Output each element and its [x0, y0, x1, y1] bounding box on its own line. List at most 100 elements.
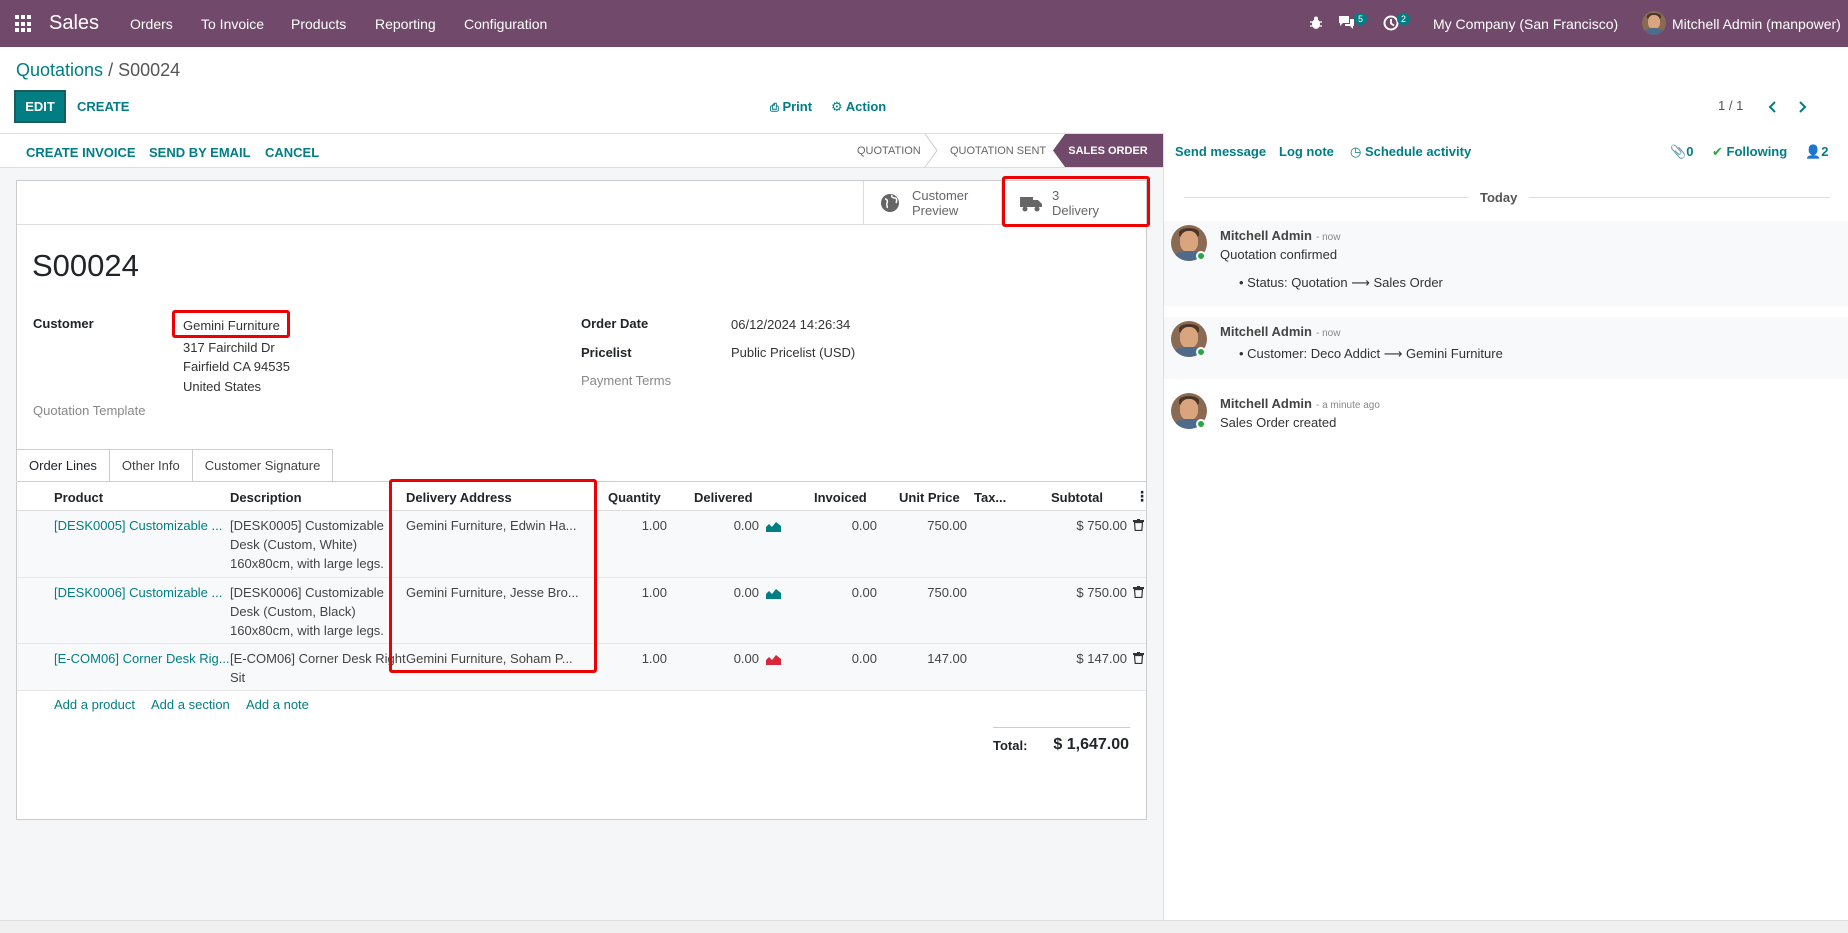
payment-terms-label: Payment Terms	[581, 373, 672, 388]
menu-products[interactable]: Products	[291, 16, 346, 32]
breadcrumb-current: S00024	[118, 60, 181, 80]
stage-quotation-sent[interactable]: QUOTATION SENT	[950, 134, 1046, 167]
col-unit-price[interactable]: Unit Price	[899, 490, 960, 505]
apps-menu-icon[interactable]	[15, 15, 33, 33]
customer-label: Customer	[33, 316, 94, 331]
column-options-icon[interactable]: ⋮	[1135, 488, 1149, 505]
tracking-change: • Customer: Deco Addict ⟶ Gemini Furnitu…	[1239, 346, 1503, 361]
menu-orders[interactable]: Orders	[130, 16, 173, 32]
print-button[interactable]: ⎙ Print	[770, 99, 812, 115]
pager-value[interactable]: 1 / 1	[1718, 98, 1743, 113]
action-button[interactable]: ⚙ Action	[831, 99, 886, 115]
row-quantity: 1.00	[641, 518, 667, 533]
messages-button[interactable]: 5	[1338, 13, 1368, 35]
add-product-link[interactable]: Add a product	[54, 697, 135, 712]
user-icon: 👤	[1805, 144, 1822, 159]
paperclip-icon: 📎	[1670, 144, 1687, 159]
forecast-chart-icon[interactable]	[766, 520, 781, 532]
order-date-label: Order Date	[581, 316, 649, 331]
create-invoice-button[interactable]: CREATE INVOICE	[26, 145, 136, 160]
chevron-right-icon[interactable]	[1797, 100, 1807, 114]
menu-to-invoice[interactable]: To Invoice	[201, 16, 264, 32]
customer-address-street: 317 Fairchild Dr	[183, 340, 275, 355]
schedule-activity-button[interactable]: ◷ Schedule activity	[1350, 144, 1471, 160]
breadcrumb: Quotations / S00024	[16, 60, 180, 81]
customer-address-city: Fairfield CA 94535	[183, 359, 290, 374]
col-invoiced[interactable]: Invoiced	[814, 490, 867, 505]
row-delivered: 0.00	[733, 585, 759, 600]
message-author[interactable]: Mitchell Admin - now	[1220, 228, 1340, 243]
row-product[interactable]: [DESK0005] Customizable ...	[54, 516, 222, 535]
check-icon: ✔	[1712, 144, 1723, 159]
add-note-link[interactable]: Add a note	[246, 697, 309, 712]
trash-icon[interactable]	[1133, 586, 1144, 598]
menu-configuration[interactable]: Configuration	[464, 16, 547, 32]
send-message-button[interactable]: Send message	[1175, 144, 1266, 159]
chatter-message: Mitchell Admin - now • Customer: Deco Add…	[1164, 317, 1848, 379]
user-avatar[interactable]	[1642, 11, 1666, 35]
globe-icon	[881, 194, 899, 212]
trash-icon[interactable]	[1133, 652, 1144, 664]
row-description: [DESK0005] Customizable Desk (Custom, Whi…	[230, 518, 384, 571]
col-quantity[interactable]: Quantity	[608, 490, 661, 505]
horizontal-scrollbar[interactable]	[0, 920, 1848, 933]
row-description: [DESK0006] Customizable Desk (Custom, Bla…	[230, 585, 384, 638]
date-separator: Today	[1468, 190, 1530, 205]
activities-button[interactable]: 2	[1383, 13, 1413, 35]
online-status-icon	[1196, 419, 1206, 429]
send-by-email-button[interactable]: SEND BY EMAIL	[149, 145, 251, 160]
add-section-link[interactable]: Add a section	[151, 697, 230, 712]
top-navbar: Sales Orders To Invoice Products Reporti…	[0, 0, 1848, 47]
menu-reporting[interactable]: Reporting	[375, 16, 436, 32]
cancel-button[interactable]: CANCEL	[265, 145, 319, 160]
customer-preview-button[interactable]: Customer Preview	[863, 181, 1001, 225]
col-product[interactable]: Product	[54, 490, 103, 505]
col-delivered[interactable]: Delivered	[694, 490, 753, 505]
app-name[interactable]: Sales	[49, 12, 99, 35]
total-amount: $ 1,647.00	[1053, 736, 1129, 753]
tab-other-info[interactable]: Other Info	[108, 449, 193, 482]
user-menu[interactable]: Mitchell Admin (manpower)	[1672, 16, 1841, 32]
stage-quotation[interactable]: QUOTATION	[857, 134, 921, 167]
col-subtotal[interactable]: Subtotal	[1051, 490, 1103, 505]
message-body: Quotation confirmed	[1220, 247, 1338, 262]
log-note-button[interactable]: Log note	[1279, 144, 1334, 159]
order-date-value: 06/12/2024 14:26:34	[731, 317, 851, 332]
following-button[interactable]: ✔ Following	[1712, 144, 1787, 160]
stage-sales-order-active: SALES ORDER	[1053, 134, 1163, 167]
notebook-tabs: Order Lines Other Info Customer Signatur…	[16, 449, 334, 482]
message-author[interactable]: Mitchell Admin - now	[1220, 324, 1340, 339]
edit-button[interactable]: EDIT	[14, 90, 66, 123]
online-status-icon	[1196, 251, 1206, 261]
company-switcher[interactable]: My Company (San Francisco)	[1433, 16, 1618, 32]
row-quantity: 1.00	[641, 585, 667, 600]
forecast-chart-icon[interactable]	[766, 587, 781, 599]
highlight-delivery-box	[1002, 176, 1150, 227]
chat-bubbles-icon	[1339, 16, 1354, 29]
message-author[interactable]: Mitchell Admin - a minute ago	[1220, 396, 1380, 411]
chevron-left-icon[interactable]	[1768, 100, 1778, 114]
row-product[interactable]: [DESK0006] Customizable ...	[54, 583, 222, 602]
col-description[interactable]: Description	[230, 490, 302, 505]
clock-icon: ◷	[1350, 144, 1362, 159]
attachments-button[interactable]: 📎0	[1670, 144, 1693, 160]
trash-icon[interactable]	[1133, 519, 1144, 531]
breadcrumb-quotations[interactable]: Quotations	[16, 60, 103, 80]
row-product[interactable]: [E-COM06] Corner Desk Rig...	[54, 649, 230, 668]
row-unit-price: 750.00	[927, 518, 967, 533]
create-button[interactable]: CREATE	[77, 99, 129, 114]
row-unit-price: 750.00	[927, 585, 967, 600]
followers-button[interactable]: 👤2	[1805, 144, 1828, 160]
row-invoiced: 0.00	[851, 651, 877, 666]
col-taxes[interactable]: Tax...	[974, 490, 1006, 505]
stage-separator	[924, 134, 938, 167]
total-divider	[993, 727, 1130, 728]
row-subtotal: $ 147.00	[1076, 651, 1127, 666]
tab-order-lines[interactable]: Order Lines	[16, 449, 110, 482]
smart-button-box: Customer Preview 3 Delivery	[17, 181, 1146, 225]
customer-address-country: United States	[183, 379, 262, 394]
debug-bug-icon[interactable]	[1309, 15, 1323, 31]
tab-customer-signature[interactable]: Customer Signature	[191, 449, 334, 482]
row-delivered: 0.00	[733, 518, 759, 533]
forecast-chart-warning-icon[interactable]	[766, 653, 781, 665]
